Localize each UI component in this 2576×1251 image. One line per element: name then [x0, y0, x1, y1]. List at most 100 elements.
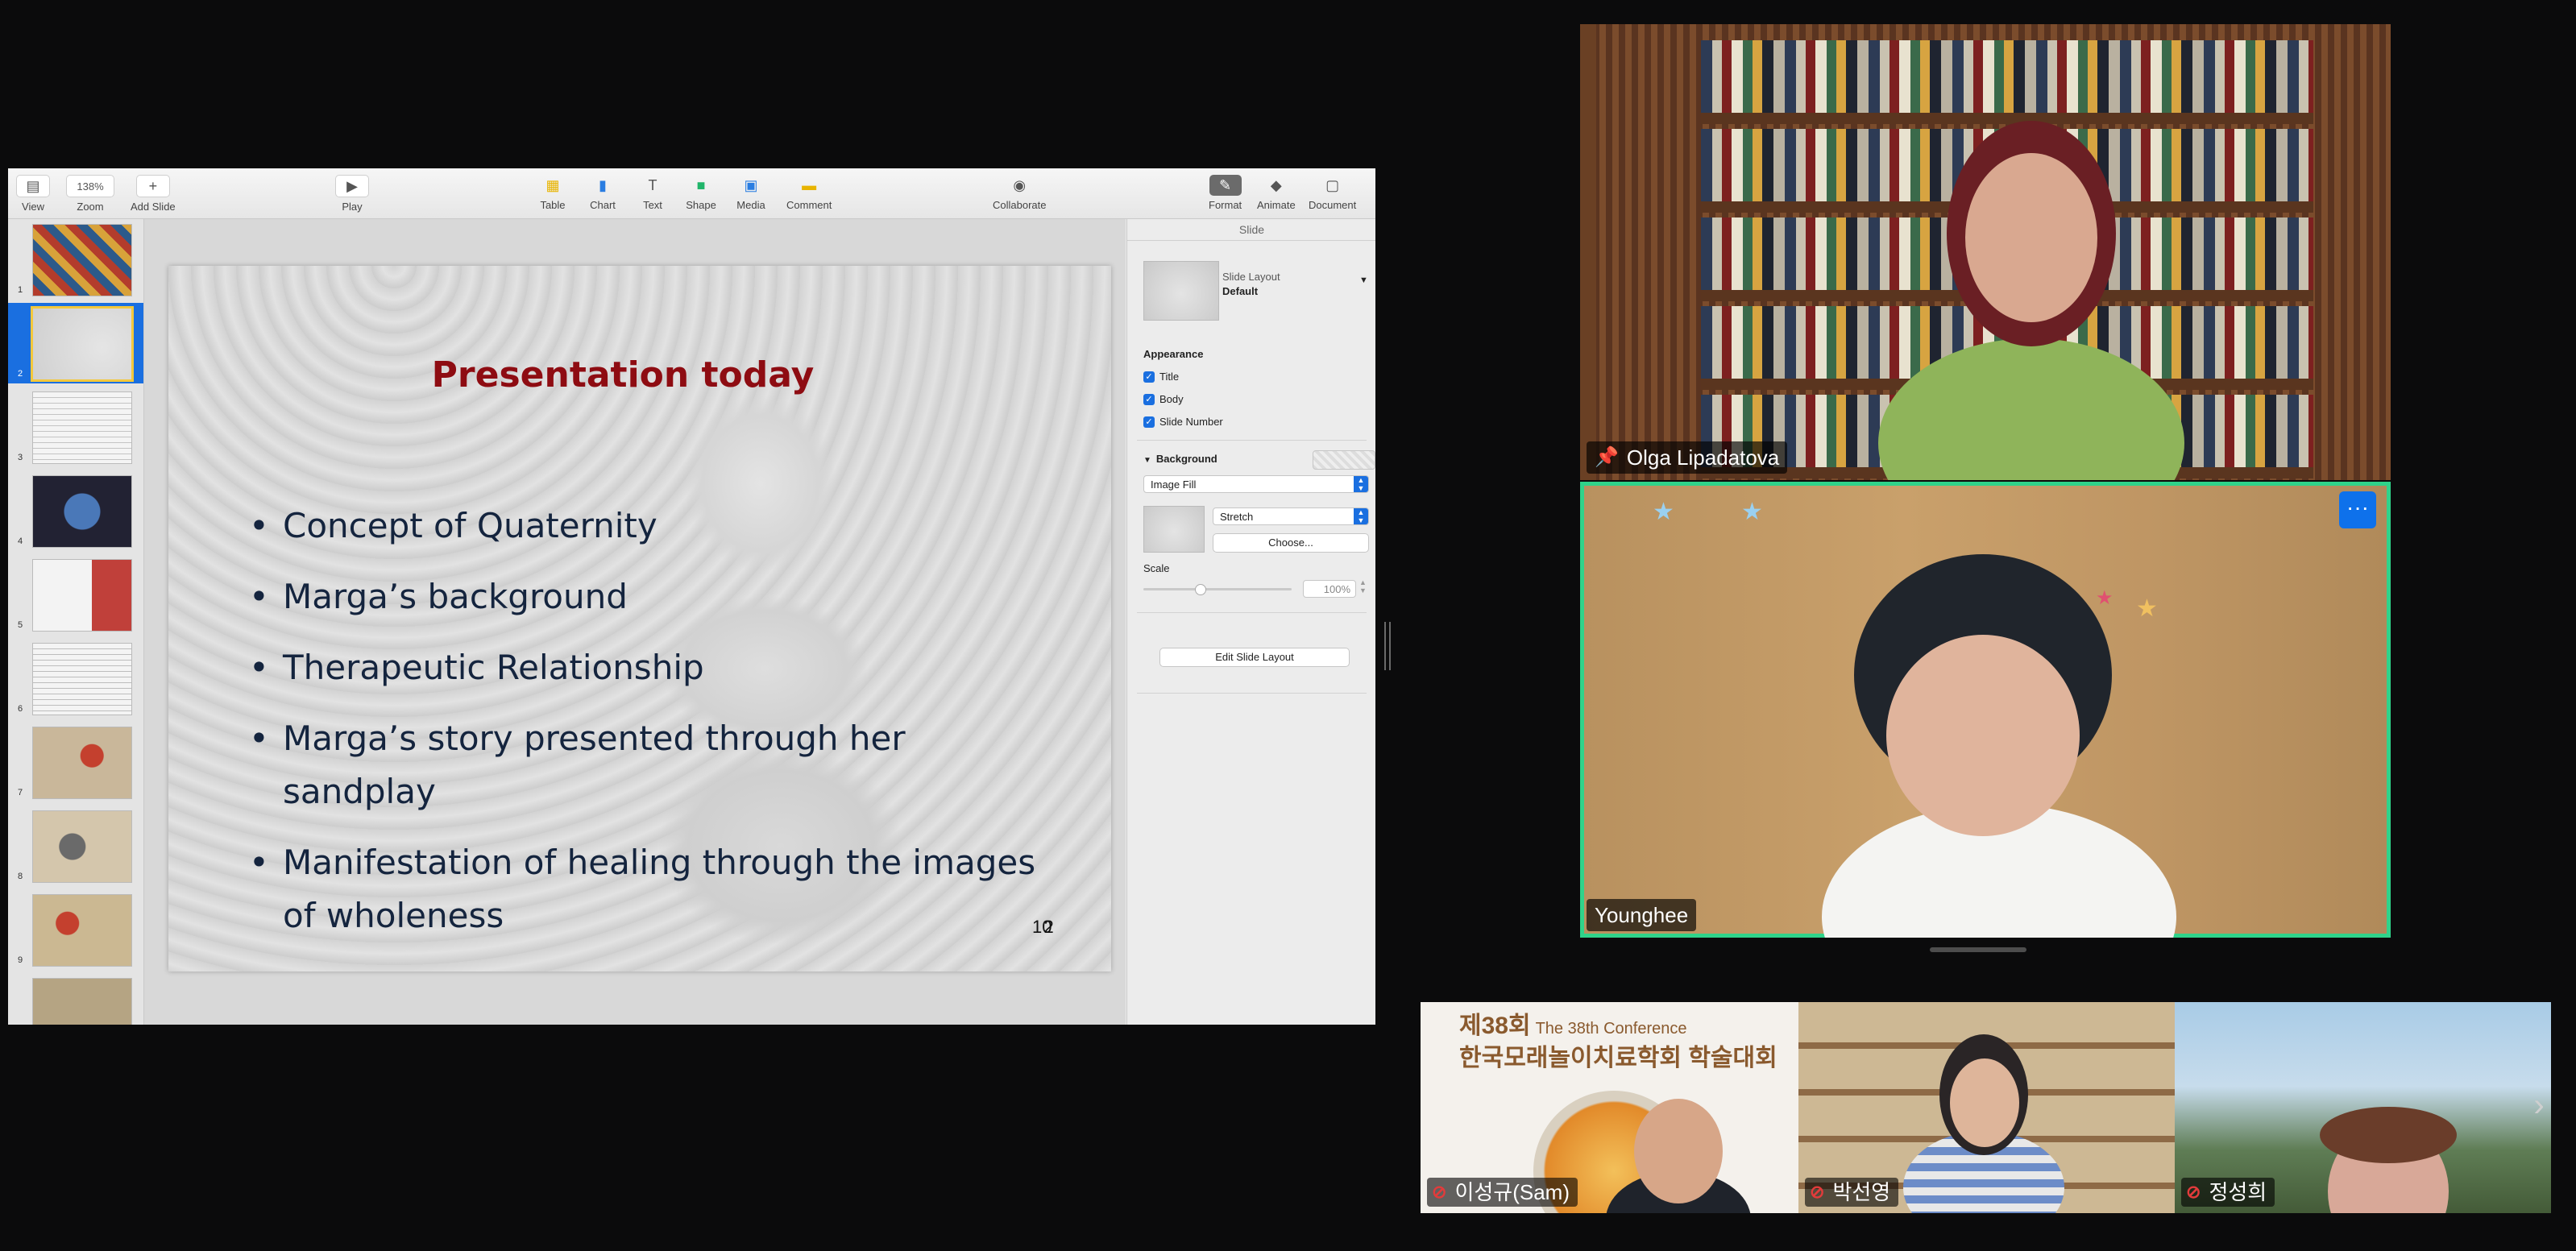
slide-thumbnail[interactable]: 6 — [8, 638, 143, 719]
add-slide-button[interactable]: + Add Slide — [131, 175, 176, 213]
format-button[interactable]: ✎ Format — [1209, 175, 1242, 211]
chart-icon: ▮ — [599, 176, 607, 193]
background-swatch[interactable] — [1313, 450, 1375, 470]
star-sticker-icon: ★ — [2136, 595, 2158, 622]
participant-face — [1886, 635, 2080, 836]
slide-thumbnail-selected[interactable]: 2 — [8, 303, 143, 383]
slide-body[interactable]: Concept of Quaternity Marga’s background… — [249, 499, 1055, 960]
muted-mic-icon: ⊘ — [2186, 1182, 2201, 1202]
star-sticker-icon: ★ — [1653, 499, 1674, 525]
slide-layout-value[interactable]: Default — [1222, 285, 1258, 297]
slide-layout-preview[interactable] — [1143, 261, 1219, 321]
keynote-toolbar: ▤ View 138% Zoom + Add Slide ▶ Play ▦ Ta… — [8, 168, 1375, 219]
checkmark-icon: ✓ — [1143, 416, 1155, 428]
slide-canvas: Presentation today Concept of Quaternity… — [144, 219, 1126, 1025]
zoom-value: 138% — [66, 175, 114, 197]
split-view-handle[interactable] — [1384, 622, 1391, 670]
chevron-right-icon[interactable]: › — [2527, 1087, 2551, 1124]
scale-slider-knob[interactable] — [1195, 584, 1206, 595]
slide-thumbnail-image — [32, 727, 132, 799]
shape-button[interactable]: ■ Shape — [685, 175, 717, 212]
slide-thumbnail[interactable]: 8 — [8, 806, 143, 886]
bookshelf-image — [1701, 40, 2313, 124]
text-button[interactable]: T Text — [637, 175, 669, 212]
slide-thumbnail-image — [32, 643, 132, 715]
chevron-down-icon[interactable]: ▼ — [1359, 275, 1368, 285]
pin-icon: 📌 — [1595, 446, 1619, 468]
comment-button[interactable]: ▬ Comment — [786, 175, 832, 212]
slide-thumbnail[interactable]: 4 — [8, 470, 143, 551]
participant-face — [1965, 153, 2097, 322]
slide-thumbnail-image — [32, 475, 132, 548]
checkmark-icon: ✓ — [1143, 393, 1155, 405]
shape-icon: ■ — [696, 176, 706, 193]
slide-thumbnail-image — [32, 894, 132, 967]
bullet-item: Manifestation of healing through the ima… — [249, 836, 1055, 942]
slide[interactable]: Presentation today Concept of Quaternity… — [168, 266, 1111, 971]
slide-thumbnail[interactable]: 7 — [8, 722, 143, 802]
chart-button[interactable]: ▮ Chart — [587, 175, 619, 212]
text-icon: T — [648, 176, 657, 193]
scale-slider[interactable] — [1143, 588, 1292, 590]
participant-name-younghee: Younghee — [1587, 899, 1697, 931]
inspector-tab-slide[interactable]: Slide — [1127, 219, 1375, 241]
slide-thumbnail[interactable]: 1 — [8, 219, 143, 300]
table-button[interactable]: ▦ Table — [537, 175, 569, 212]
slide-thumbnail-image — [32, 559, 132, 632]
participant-name: ⊘ 이성규(Sam) — [1427, 1178, 1578, 1207]
fill-type-select[interactable]: Image Fill ▲ ▼ — [1143, 475, 1369, 493]
slide-thumbnail[interactable] — [8, 973, 143, 1025]
title-checkbox[interactable]: ✓ Title — [1143, 371, 1179, 383]
slide-thumbnail[interactable]: 3 — [8, 387, 143, 467]
video-tile-participant-3[interactable]: ⊘ 정성희 — [2175, 1002, 2551, 1213]
background-heading[interactable]: ▼ Background — [1143, 453, 1217, 465]
divider — [1137, 693, 1367, 694]
view-icon: ▤ — [16, 175, 50, 197]
participant-face — [1950, 1058, 2019, 1147]
star-sticker-icon: ★ — [1741, 499, 1763, 525]
table-icon: ▦ — [545, 176, 560, 193]
slide-number: 102 — [1032, 917, 1054, 937]
document-button[interactable]: ▢ Document — [1309, 175, 1356, 212]
media-button[interactable]: ▣ Media — [735, 175, 767, 212]
zoom-button[interactable]: 138% Zoom — [66, 175, 114, 213]
body-checkbox[interactable]: ✓ Body — [1143, 393, 1184, 405]
slide-thumbnail[interactable]: 9 — [8, 889, 143, 970]
slide-thumbnail[interactable]: 5 — [8, 554, 143, 635]
muted-mic-icon: ⊘ — [1432, 1182, 1447, 1202]
play-icon: ▶ — [335, 175, 369, 197]
disclosure-triangle-icon: ▼ — [1143, 456, 1151, 465]
animate-button[interactable]: ◆ Animate — [1257, 175, 1296, 212]
more-options-button[interactable]: ··· — [2339, 491, 2376, 528]
image-fill-preview[interactable] — [1143, 506, 1205, 553]
participant-name-olga: 📌 Olga Lipadatova — [1587, 441, 1788, 474]
slide-number-checkbox[interactable]: ✓ Slide Number — [1143, 416, 1223, 428]
slide-navigator: 1 2 3 4 5 6 7 8 9 — [8, 219, 144, 1025]
edit-slide-layout-button[interactable]: Edit Slide Layout — [1159, 648, 1350, 667]
slide-thumbnail-image — [32, 978, 132, 1025]
document-icon: ▢ — [1325, 176, 1340, 193]
video-tile-participant-1[interactable]: 제38회 The 38th Conference 한국모래놀이치료학회 학술대회 … — [1421, 1002, 1798, 1213]
appearance-heading: Appearance — [1143, 348, 1204, 360]
keynote-window: ▤ View 138% Zoom + Add Slide ▶ Play ▦ Ta… — [8, 168, 1375, 1025]
slide-layout-label: Slide Layout — [1222, 271, 1280, 283]
view-button[interactable]: ▤ View — [16, 175, 50, 213]
collaborate-button[interactable]: ◉ Collaborate — [993, 175, 1047, 212]
scale-stepper-icon[interactable]: ▲ ▼ — [1359, 578, 1367, 594]
video-tile-olga[interactable]: 📌 Olga Lipadatova — [1580, 24, 2391, 480]
stretch-select[interactable]: Stretch ▲ ▼ — [1213, 507, 1369, 525]
video-tile-younghee-active-speaker[interactable]: ★ ★ ★ ★ ··· Younghee — [1580, 482, 2391, 938]
scale-value-field[interactable]: 100% — [1303, 580, 1356, 598]
slide-thumbnail-image — [31, 306, 134, 382]
gallery-resize-handle[interactable] — [1930, 947, 2026, 952]
bullet-item: Concept of Quaternity — [249, 499, 1055, 553]
slide-thumbnail-image — [32, 224, 132, 296]
video-tile-participant-2[interactable]: ⊘ 박선영 — [1798, 1002, 2175, 1213]
divider — [1137, 612, 1367, 613]
stepper-arrows-icon: ▲ ▼ — [1354, 508, 1368, 524]
checkmark-icon: ✓ — [1143, 371, 1155, 383]
play-button[interactable]: ▶ Play — [335, 175, 369, 213]
stepper-arrows-icon: ▲ ▼ — [1354, 476, 1368, 492]
choose-image-button[interactable]: Choose... — [1213, 533, 1369, 553]
slide-title[interactable]: Presentation today — [168, 354, 1111, 396]
